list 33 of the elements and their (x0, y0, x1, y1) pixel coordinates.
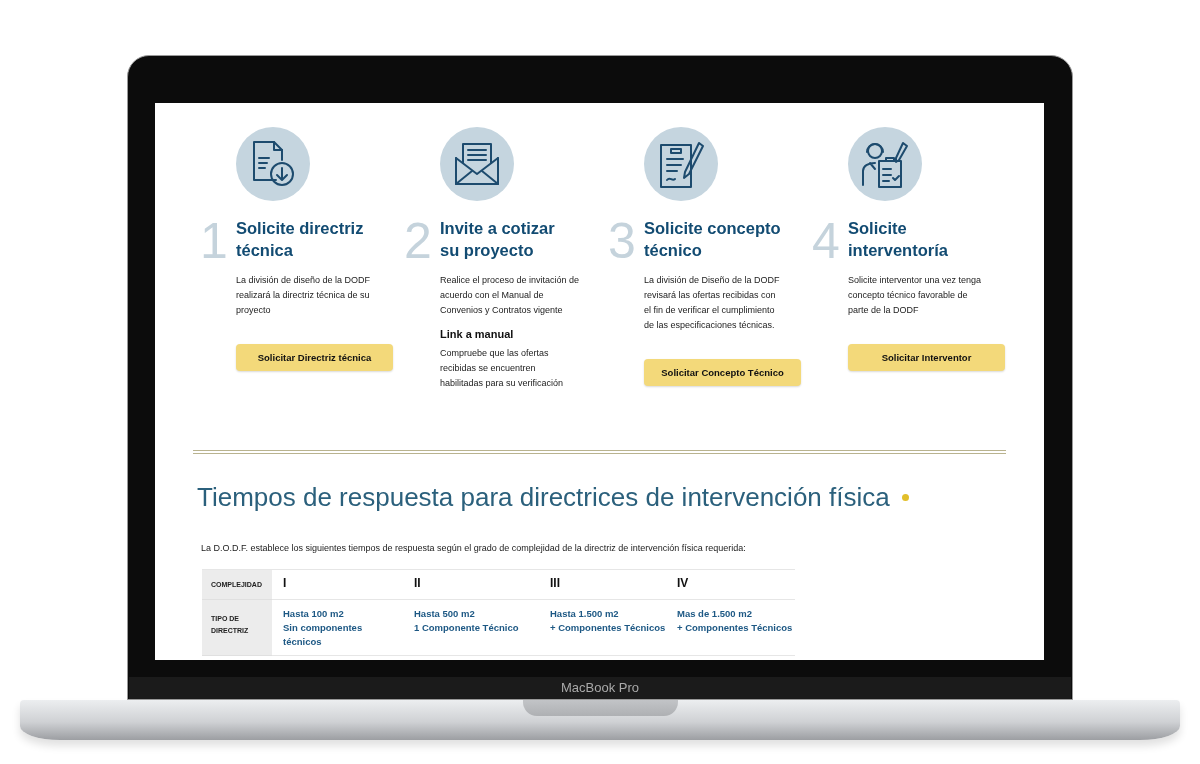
table-cell: Mas de 1.500 m2 + Componentes Técnicos (666, 600, 795, 656)
step-number: 1 (200, 217, 229, 271)
table-cell: III (539, 570, 666, 600)
step-number: 4 (812, 217, 841, 271)
table-cell: IV (666, 570, 795, 600)
table-cell: Hasta 100 m2 Sin componentes técnicos (272, 600, 403, 656)
table-cell: Hasta 1.500 m2 + Componentes Técnicos (539, 600, 666, 656)
table-cell: II (403, 570, 539, 600)
step-title: Solicite interventoría (848, 218, 948, 261)
table-cell: Hasta 500 m2 1 Componente Técnico (403, 600, 539, 656)
document-pen-icon (657, 139, 705, 189)
envelope-icon (454, 142, 500, 186)
table-cell: I (272, 570, 403, 600)
step-note: Compruebe que las ofertas recibidas se encuentren habilitadas para su verificación (440, 347, 565, 390)
dot-icon (901, 494, 909, 501)
step-description: La división de diseño de la DODF realizará la directriz técnica de su proyecto (236, 274, 372, 317)
step-number: 2 (404, 217, 433, 271)
request-button[interactable]: Solicitar Directriz técnica (236, 344, 393, 371)
person-clipboard-icon (861, 139, 909, 189)
intro-text: La D.O.D.F. establece los siguientes tiempos de respuesta según el grado de complejidad de la directriz de intervención física requerida: (201, 543, 747, 553)
request-button[interactable]: Solicitar Interventor (848, 344, 1005, 371)
step-title: Solicite concepto técnico (644, 218, 781, 261)
step-description: Realice el proceso de invitación de acuerdo con el Manual de Convenios y Contratos vigente (440, 274, 580, 317)
manual-link[interactable]: Link a manual (440, 328, 514, 340)
document-download-icon (250, 140, 296, 188)
step-title: Solicite directriz técnica (236, 218, 364, 261)
step-description: Solicite interventor una vez tenga concepto técnico favorable de parte de la DODF (848, 274, 983, 317)
step-title: Invite a cotizar su proyecto (440, 218, 555, 261)
section-heading: Tiempos de respuesta para directrices de intervención física (197, 482, 890, 513)
laptop-label: MacBook Pro (560, 680, 639, 696)
step-number: 3 (608, 217, 637, 271)
step-description: La división de Diseño de la DODF revisará las ofertas recibidas con el fin de verificar el cumplimiento de las especificaciones técnicas. (644, 274, 781, 332)
request-button[interactable]: Solicitar Concepto Técnico (644, 359, 801, 386)
